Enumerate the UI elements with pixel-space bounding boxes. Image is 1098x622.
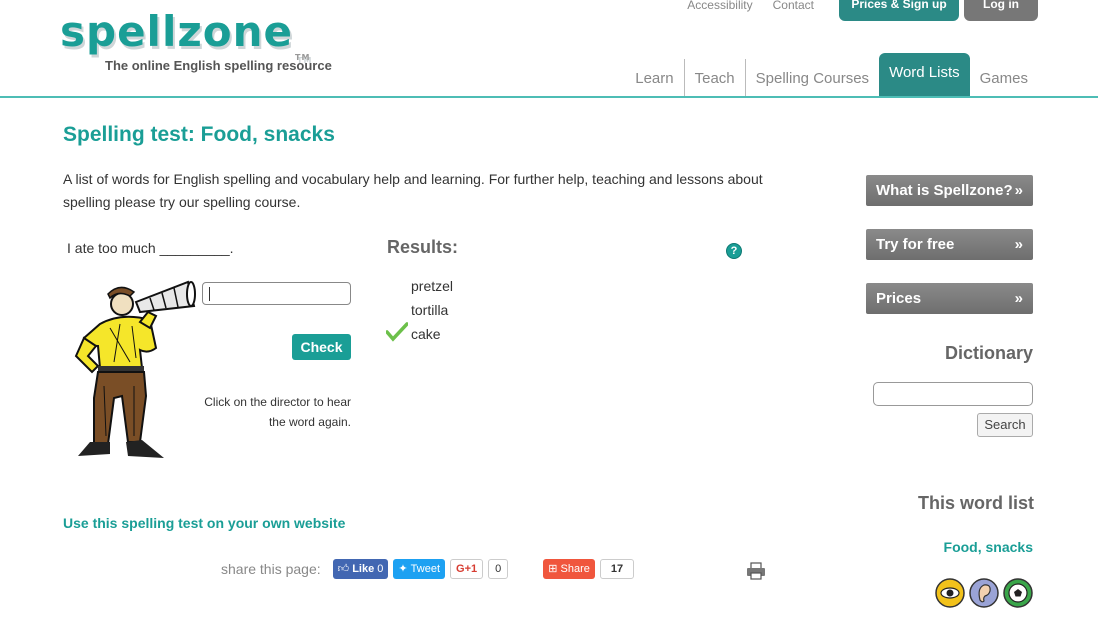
chevron-right-icon: » bbox=[1014, 290, 1023, 307]
football-icon[interactable] bbox=[1003, 578, 1033, 608]
search-button[interactable]: Search bbox=[977, 413, 1033, 437]
check-button[interactable]: Check bbox=[292, 334, 351, 360]
what-is-spellzone-button[interactable]: What is Spellzone?» bbox=[866, 175, 1033, 206]
director-image[interactable] bbox=[70, 276, 198, 462]
word-list-title: This word list bbox=[917, 493, 1034, 513]
contact-link[interactable]: Contact bbox=[773, 0, 814, 12]
result-word: tortilla bbox=[411, 302, 449, 318]
intro-text: A list of words for English spelling and… bbox=[63, 171, 763, 210]
answer-input[interactable] bbox=[202, 282, 351, 305]
result-word: cake bbox=[411, 326, 441, 342]
chevron-right-icon: » bbox=[1014, 182, 1023, 199]
share-label: share this page: bbox=[221, 561, 321, 577]
page-title: Spelling test: Food, snacks bbox=[63, 123, 335, 146]
check-mark-icon bbox=[386, 322, 408, 342]
nav-spelling-courses[interactable]: Spelling Courses bbox=[744, 59, 879, 97]
result-item: pretzel bbox=[411, 276, 453, 300]
help-icon[interactable]: ? bbox=[726, 243, 742, 259]
tweet-button[interactable]: ✦ Tweet bbox=[393, 559, 446, 579]
test-sentence: I ate too much _________. bbox=[67, 240, 234, 256]
nav-games[interactable]: Games bbox=[970, 59, 1038, 97]
embed-test-link[interactable]: Use this spelling test on your own websi… bbox=[63, 515, 345, 531]
dictionary-search-input[interactable] bbox=[873, 382, 1033, 406]
plus-square-icon: ⊞ bbox=[548, 563, 558, 575]
thumbs-up-icon: 👍︎ bbox=[337, 563, 350, 575]
nav-word-lists[interactable]: Word Lists bbox=[879, 53, 970, 97]
header-divider bbox=[0, 96, 1098, 98]
results-title: Results: bbox=[387, 237, 459, 257]
word-list-link[interactable]: Food, snacks bbox=[944, 539, 1033, 555]
nav-learn[interactable]: Learn bbox=[625, 59, 683, 97]
dictionary-title: Dictionary bbox=[944, 343, 1033, 363]
prices-signup-button[interactable]: Prices & Sign up bbox=[839, 0, 959, 21]
prices-button[interactable]: Prices» bbox=[866, 283, 1033, 314]
accessibility-link[interactable]: Accessibility bbox=[687, 0, 752, 12]
chevron-right-icon: » bbox=[1014, 236, 1023, 253]
logo-trademark: TM bbox=[295, 53, 311, 62]
result-item: cake bbox=[386, 322, 453, 348]
share-button[interactable]: ⊞ Share bbox=[543, 559, 595, 579]
try-for-free-button[interactable]: Try for free» bbox=[866, 229, 1033, 260]
text-caret bbox=[209, 287, 210, 301]
share-count: 17 bbox=[599, 559, 635, 579]
gplus-count: 0 bbox=[488, 559, 509, 579]
hint-text: Click on the director to hear the word a… bbox=[204, 395, 351, 429]
logo-text: spellzone bbox=[60, 7, 294, 56]
results-list: pretzel tortilla cake bbox=[386, 276, 453, 348]
ear-icon[interactable] bbox=[969, 578, 999, 608]
eye-icon[interactable] bbox=[935, 578, 965, 608]
result-item: tortilla bbox=[411, 300, 453, 324]
twitter-bird-icon: ✦ bbox=[398, 563, 408, 575]
nav-teach[interactable]: Teach bbox=[683, 59, 745, 97]
gplus-button[interactable]: G+1 bbox=[450, 559, 484, 579]
print-icon[interactable] bbox=[746, 562, 766, 580]
login-button[interactable]: Log in bbox=[964, 0, 1038, 21]
utility-nav: Accessibility Contact Prices & Sign up L… bbox=[687, 0, 1038, 21]
facebook-like-button[interactable]: 👍︎ Like 0 bbox=[332, 559, 389, 579]
main-nav: Learn Teach Spelling Courses Word Lists … bbox=[625, 53, 1038, 97]
share-bar: share this page: 👍︎ Like 0 ✦ Tweet G+1 0… bbox=[221, 559, 639, 579]
logo[interactable]: spellzoneTM The online English spelling … bbox=[60, 7, 332, 74]
result-word: pretzel bbox=[411, 278, 454, 294]
